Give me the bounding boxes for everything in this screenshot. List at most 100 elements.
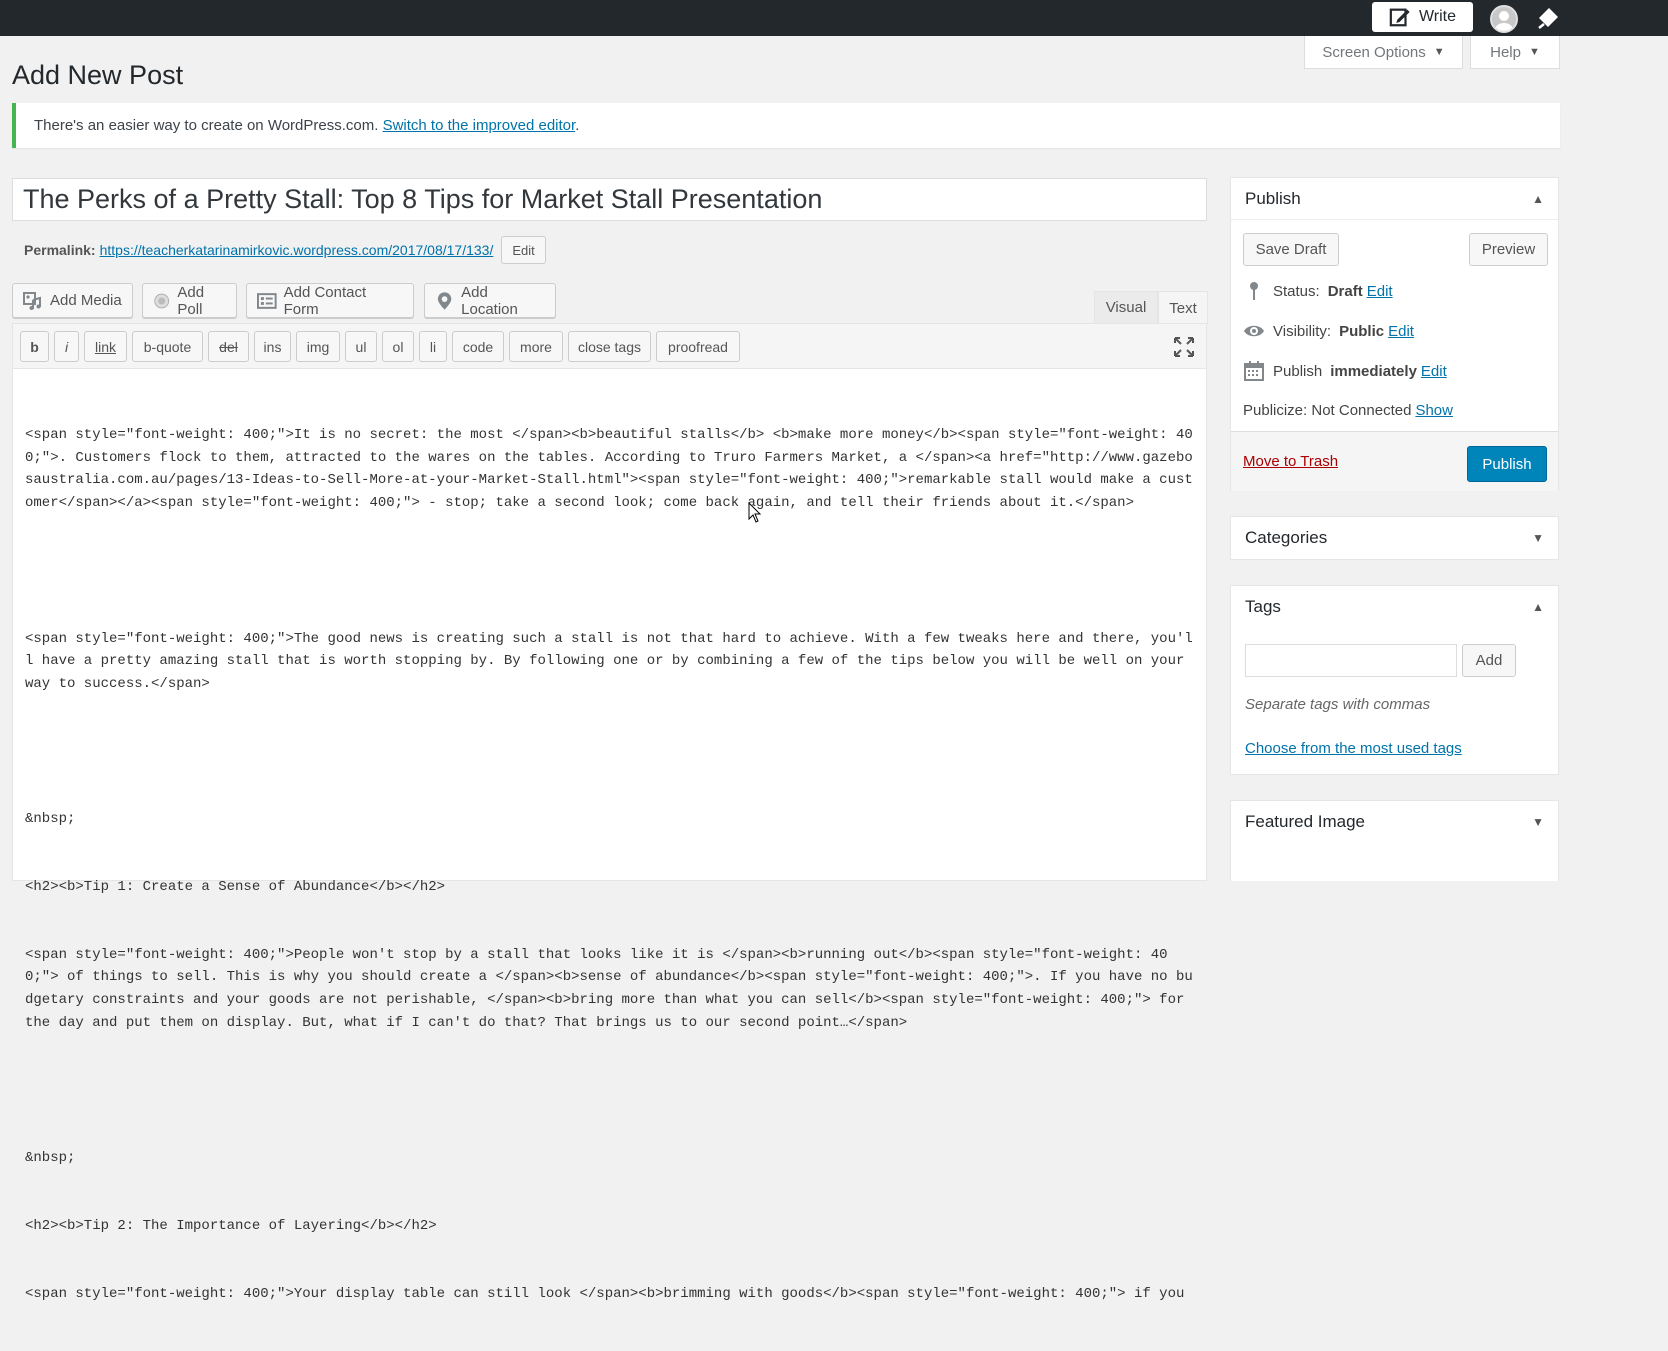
qt-link-button[interactable]: link (84, 331, 127, 362)
screen-options-label: Screen Options (1322, 43, 1426, 61)
permalink-url[interactable]: https://teacherkatarinamirkovic.wordpres… (100, 242, 494, 258)
qt-code-button[interactable]: code (452, 331, 504, 362)
help-button[interactable]: Help ▼ (1470, 36, 1560, 69)
content-line: <h2><b>Tip 1: Create a Sense of Abundanc… (25, 879, 446, 896)
notice-text: There's an easier way to create on WordP… (34, 117, 379, 134)
visibility-label: Visibility: (1273, 322, 1332, 340)
move-to-trash-link[interactable]: Move to Trash (1243, 453, 1338, 470)
qt-more-button[interactable]: more (509, 331, 563, 362)
add-media-button[interactable]: Add Media (12, 283, 133, 318)
schedule-row: Publish immediately Edit (1243, 360, 1447, 382)
tags-box-title: Tags (1245, 597, 1281, 616)
qt-ul-button[interactable]: ul (345, 331, 377, 362)
tags-box-header[interactable]: Tags ▲ (1231, 586, 1558, 628)
write-button[interactable]: Write (1372, 2, 1473, 32)
avatar[interactable] (1490, 5, 1518, 33)
mouse-cursor-icon (748, 502, 762, 523)
publish-box-title: Publish (1245, 188, 1301, 208)
caret-down-icon: ▼ (1433, 46, 1445, 58)
categories-box: Categories ▼ (1230, 516, 1559, 560)
eye-icon (1243, 320, 1265, 342)
content-line: &nbsp; (25, 1150, 76, 1167)
poll-icon (154, 293, 170, 308)
schedule-value: immediately (1330, 362, 1417, 380)
publicize-label: Publicize: Not Connected (1243, 402, 1412, 419)
calendar-icon (1243, 360, 1265, 382)
media-icon (23, 291, 41, 310)
publish-box-header[interactable]: Publish ▲ (1231, 178, 1558, 220)
screen-options-button[interactable]: Screen Options ▼ (1304, 36, 1463, 69)
qt-close-tags-button[interactable]: close tags (568, 331, 651, 362)
contact-form-icon (257, 292, 277, 309)
permalink-edit-button[interactable]: Edit (501, 236, 546, 264)
caret-down-icon[interactable]: ▼ (1532, 531, 1544, 545)
choose-tags-link[interactable]: Choose from the most used tags (1245, 740, 1462, 757)
schedule-edit-link[interactable]: Edit (1421, 363, 1447, 380)
featured-image-box-header[interactable]: Featured Image ▼ (1231, 801, 1558, 843)
post-title-input[interactable] (12, 178, 1207, 221)
write-label: Write (1418, 8, 1457, 25)
tag-input[interactable] (1245, 644, 1457, 677)
quicktags-toolbar: b i link b-quote del ins img ul ol li co… (13, 324, 1206, 369)
categories-box-title: Categories (1245, 528, 1328, 547)
preview-button[interactable]: Preview (1469, 233, 1548, 266)
featured-image-box-title: Featured Image (1245, 812, 1366, 831)
save-draft-button[interactable]: Save Draft (1243, 233, 1339, 266)
qt-ol-button[interactable]: ol (382, 331, 414, 362)
add-tag-button[interactable]: Add (1462, 644, 1516, 677)
qt-ins-button[interactable]: ins (254, 331, 291, 362)
add-media-label: Add Media (50, 292, 122, 309)
page-title: Add New Post (12, 60, 184, 90)
caret-down-icon: ▼ (1528, 46, 1540, 58)
tags-box: Tags ▲ Add Separate tags with commas Cho… (1230, 585, 1559, 775)
add-poll-button[interactable]: Add Poll (142, 283, 237, 318)
visibility-edit-link[interactable]: Edit (1388, 323, 1414, 340)
qt-img-button[interactable]: img (296, 331, 340, 362)
notifications-icon[interactable] (1536, 6, 1560, 30)
content-textarea[interactable]: <span style="font-weight: 400;">It is no… (25, 379, 1193, 1351)
caret-up-icon[interactable]: ▲ (1532, 600, 1544, 614)
categories-box-header[interactable]: Categories ▼ (1231, 517, 1558, 559)
add-contact-form-button[interactable]: Add Contact Form (246, 283, 414, 318)
publish-button[interactable]: Publish (1467, 446, 1547, 482)
tab-visual[interactable]: Visual (1094, 291, 1158, 324)
qt-italic-button[interactable]: i (54, 331, 79, 362)
editor-notice: There's an easier way to create on WordP… (12, 103, 1560, 148)
write-icon (1389, 8, 1410, 27)
content-line: <h2><b>Tip 2: The Importance of Layering… (25, 1217, 437, 1234)
visibility-value: Public (1339, 322, 1385, 340)
status-value: Draft (1327, 282, 1363, 300)
status-label: Status: (1273, 282, 1320, 300)
publish-actions: Move to Trash Publish (1231, 431, 1558, 491)
publicize-show-link[interactable]: Show (1415, 402, 1453, 419)
tag-hint: Separate tags with commas (1245, 696, 1431, 713)
location-pin-icon (437, 291, 452, 310)
switch-editor-link[interactable]: Switch to the improved editor (383, 117, 576, 134)
qt-bold-button[interactable]: b (20, 331, 49, 362)
status-row: Status: Draft Edit (1243, 280, 1393, 302)
qt-del-button[interactable]: del (208, 331, 249, 362)
qt-bquote-button[interactable]: b-quote (132, 331, 203, 362)
content-line: <span style="font-weight: 400;">It is no… (25, 427, 1193, 511)
schedule-label: Publish (1273, 362, 1323, 380)
add-location-label: Add Location (461, 283, 518, 318)
qt-li-button[interactable]: li (419, 331, 447, 362)
publish-box: Publish ▲ Save Draft Preview Status: Draf… (1230, 177, 1559, 491)
content-line (25, 560, 1193, 583)
add-location-button[interactable]: Add Location (424, 283, 556, 318)
permalink-label: Permalink: (24, 242, 96, 258)
notice-trailing: . (575, 117, 580, 134)
pin-icon (1243, 280, 1265, 302)
visibility-row: Visibility: Public Edit (1243, 320, 1414, 342)
caret-up-icon[interactable]: ▲ (1532, 192, 1544, 206)
featured-image-box: Featured Image ▼ (1230, 800, 1559, 881)
status-edit-link[interactable]: Edit (1367, 283, 1393, 300)
tab-text[interactable]: Text (1158, 291, 1208, 324)
content-line: <span style="font-weight: 400;">People w… (25, 946, 1193, 1031)
qt-proofread-button[interactable]: proofread (656, 331, 740, 362)
permalink-row: Permalink: https://teacherkatarinamirkov… (24, 236, 546, 264)
text-editor: b i link b-quote del ins img ul ol li co… (12, 323, 1207, 1302)
caret-down-icon[interactable]: ▼ (1532, 815, 1544, 829)
content-line (25, 1079, 1193, 1102)
fullscreen-icon[interactable] (1173, 336, 1195, 358)
